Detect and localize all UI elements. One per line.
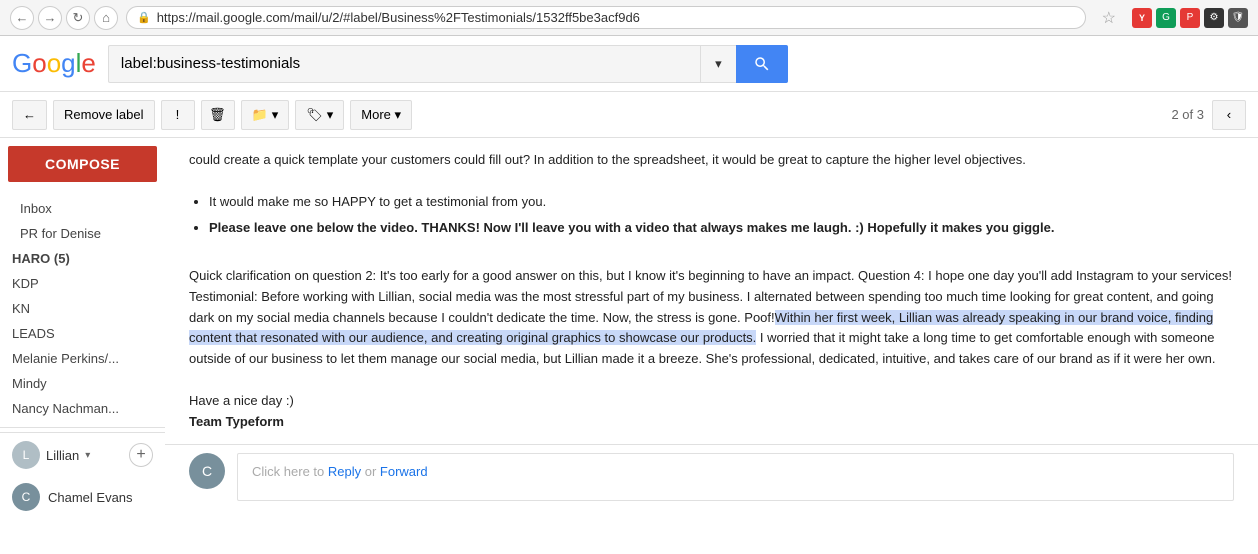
move-to-button[interactable]: 📁 ▾ [241, 100, 290, 130]
sidebar-item-melanie[interactable]: Melanie Perkins/... [0, 346, 165, 371]
main-layout: COMPOSE Inbox PR for Denise HARO (5) KDP… [0, 138, 1258, 554]
reply-text: Click here to [252, 464, 328, 479]
compose-button[interactable]: COMPOSE [8, 146, 157, 182]
ext-icon-4[interactable]: ⚙ [1204, 8, 1224, 28]
sidebar-divider [0, 427, 165, 428]
sender-row: C Chamel Evans [0, 477, 165, 517]
search-input[interactable] [108, 45, 700, 83]
bullet-1: It would make me so HAPPY to get a testi… [209, 192, 1234, 213]
more-button[interactable]: More ▾ [350, 100, 412, 130]
reply-or: or [361, 464, 380, 479]
email-content-area: could create a quick template your custo… [165, 138, 1258, 554]
browser-nav-buttons: ← → ↻ ⌂ [10, 6, 118, 30]
sign-off: Have a nice day :) [189, 391, 1234, 412]
home-button[interactable]: ⌂ [94, 6, 118, 30]
email-toolbar: ← Remove label ! 🗑 📁 ▾ 🏷 ▾ More ▾ 2 of 3… [0, 92, 1258, 138]
chevron-down-icon: ▾ [272, 107, 279, 123]
add-account-button[interactable]: + [129, 443, 153, 467]
sidebar-item-haro[interactable]: HARO (5) [0, 246, 165, 271]
back-button[interactable]: ← [10, 6, 34, 30]
sidebar: COMPOSE Inbox PR for Denise HARO (5) KDP… [0, 138, 165, 554]
pagination-text: 2 of 3 [1171, 107, 1204, 122]
browser-chrome: ← → ↻ ⌂ 🔒 https://mail.google.com/mail/u… [0, 0, 1258, 36]
sidebar-item-kdp[interactable]: KDP [0, 271, 165, 296]
bullet-2: Please leave one below the video. THANKS… [209, 218, 1234, 239]
ext-icon-5[interactable]: 🛡 [1228, 8, 1248, 28]
avatar-initial: L [23, 448, 30, 462]
sidebar-item-pr-denise[interactable]: PR for Denise [0, 221, 165, 246]
report-spam-button[interactable]: ! [161, 100, 195, 130]
user-account-switcher[interactable]: L Lillian ▾ + [0, 432, 165, 477]
bookmark-icon[interactable]: ☆ [1102, 8, 1116, 28]
team-name: Team Typeform [189, 412, 1234, 433]
address-bar[interactable]: 🔒 https://mail.google.com/mail/u/2/#labe… [126, 6, 1086, 29]
labels-button[interactable]: 🏷 ▾ [295, 100, 344, 130]
back-to-list-button[interactable]: ← [12, 100, 47, 130]
email-bullets: It would make me so HAPPY to get a testi… [189, 192, 1234, 240]
toolbar-right: 2 of 3 ‹ [1171, 100, 1246, 130]
remove-label-button[interactable]: Remove label [53, 100, 155, 130]
sidebar-item-mindy[interactable]: Mindy [0, 371, 165, 396]
sender-avatar: C [12, 483, 40, 511]
back-icon: ← [23, 107, 36, 122]
reply-area: C Click here to Reply or Forward [165, 444, 1258, 509]
sidebar-item-nancy[interactable]: Nancy Nachman... [0, 396, 165, 421]
sender-name: Chamel Evans [48, 490, 133, 505]
delete-button[interactable]: 🗑 [201, 100, 235, 130]
search-container: ▾ [108, 45, 788, 83]
email-paragraph-1: Quick clarification on question 2: It's … [189, 266, 1234, 370]
extension-icons: Y G P ⚙ 🛡 [1132, 8, 1248, 28]
ext-icon-1[interactable]: Y [1132, 8, 1152, 28]
sidebar-item-leads[interactable]: LEADS [0, 321, 165, 346]
search-dropdown-button[interactable]: ▾ [700, 45, 736, 83]
reply-avatar: C [189, 453, 225, 489]
forward-button[interactable]: → [38, 6, 62, 30]
search-icon [753, 55, 771, 73]
url-text: https://mail.google.com/mail/u/2/#label/… [157, 10, 1075, 25]
older-email-button[interactable]: ‹ [1212, 100, 1246, 130]
toolbar-left: ← Remove label ! 🗑 📁 ▾ 🏷 ▾ More ▾ [12, 100, 412, 130]
sidebar-nav: Inbox PR for Denise HARO (5) KDP KN LEAD… [0, 194, 165, 423]
gmail-header: Google ▾ [0, 36, 1258, 92]
email-intro-text: could create a quick template your custo… [189, 150, 1234, 171]
refresh-button[interactable]: ↻ [66, 6, 90, 30]
sidebar-item-kn[interactable]: KN [0, 296, 165, 321]
team-name-bold: Team Typeform [189, 414, 284, 429]
reply-link[interactable]: Reply [328, 464, 361, 479]
gmail-logo: Google [12, 48, 96, 79]
chevron-down-icon-2: ▾ [327, 107, 334, 123]
avatar: L [12, 441, 40, 469]
sidebar-item-inbox[interactable]: Inbox [0, 196, 165, 221]
lock-icon: 🔒 [137, 11, 151, 24]
dropdown-icon: ▾ [85, 450, 90, 461]
ext-icon-2[interactable]: G [1156, 8, 1176, 28]
email-body: could create a quick template your custo… [165, 138, 1258, 444]
search-button[interactable] [736, 45, 788, 83]
forward-link[interactable]: Forward [380, 464, 428, 479]
user-name: Lillian [46, 448, 79, 463]
bullet-2-text: Please leave one below the video. THANKS… [209, 220, 1054, 235]
reply-box[interactable]: Click here to Reply or Forward [237, 453, 1234, 501]
ext-icon-3[interactable]: P [1180, 8, 1200, 28]
